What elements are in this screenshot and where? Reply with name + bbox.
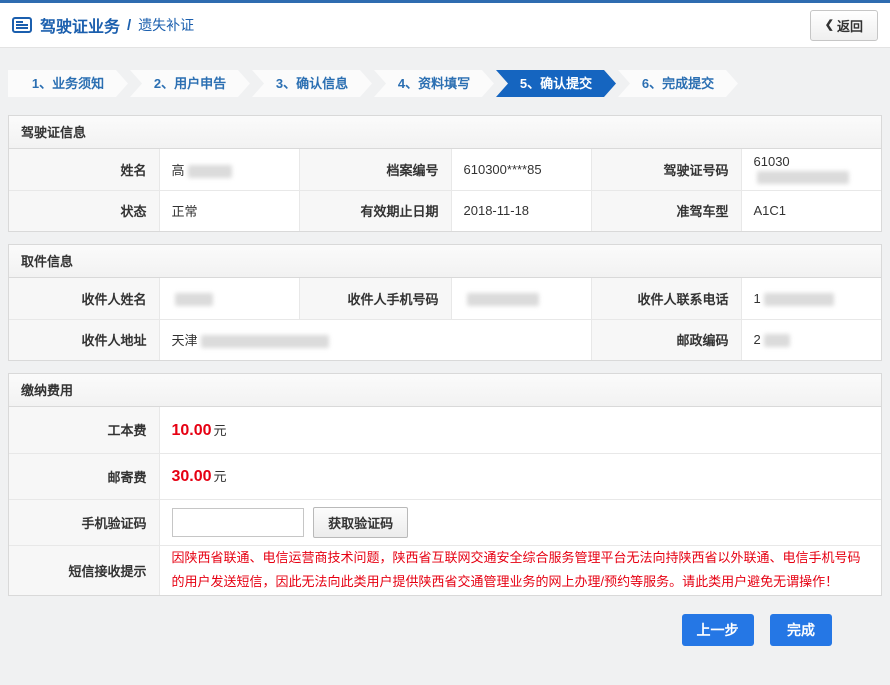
pickup-info-section: 取件信息 收件人姓名 收件人手机号码 收件人联系电话 1 收件人地址 天津 邮政… (8, 244, 882, 361)
table-row: 收件人姓名 收件人手机号码 收件人联系电话 1 (9, 278, 881, 319)
recipient-name-value (159, 278, 299, 319)
redacted-recipient-mobile (467, 293, 539, 306)
license-info-section: 驾驶证信息 姓名 高 档案编号 610300****85 驾驶证号码 61030… (8, 115, 882, 232)
finish-button[interactable]: 完成 (770, 614, 832, 646)
back-button[interactable]: ❮ 返回 (810, 10, 878, 41)
page-subtitle: 遗失补证 (138, 15, 194, 35)
production-fee-label: 工本费 (9, 407, 159, 453)
sms-notice-label: 短信接收提示 (9, 545, 159, 595)
postage-fee-unit: 元 (214, 469, 227, 484)
step-3-confirm-info: 3、确认信息 (252, 70, 372, 97)
page-header: 驾驶证业务 / 遗失补证 ❮ 返回 (0, 3, 890, 48)
table-row: 邮寄费 30.00元 (9, 453, 881, 499)
recipient-mobile-label: 收件人手机号码 (299, 278, 451, 319)
recipient-address-value-text: 天津 (172, 333, 198, 348)
redacted-recipient-name (175, 293, 213, 306)
title-divider: / (127, 17, 131, 34)
table-row: 工本费 10.00元 (9, 407, 881, 453)
redacted-recipient-phone (764, 293, 834, 306)
table-row: 短信接收提示 因陕西省联通、电信运营商技术问题，陕西省互联网交通安全综合服务管理… (9, 545, 881, 595)
recipient-phone-label: 收件人联系电话 (591, 278, 741, 319)
postage-fee-label: 邮寄费 (9, 453, 159, 499)
step-5-confirm-submit: 5、确认提交 (496, 70, 616, 97)
redacted-name (188, 165, 232, 178)
license-no-value: 61030 (741, 149, 881, 190)
back-button-label: 返回 (837, 16, 863, 35)
recipient-phone-value-text: 1 (754, 291, 761, 306)
license-no-label: 驾驶证号码 (591, 149, 741, 190)
step-4-fill-materials: 4、资料填写 (374, 70, 494, 97)
redacted-postal-code (764, 334, 790, 347)
pickup-section-title: 取件信息 (9, 245, 881, 278)
license-section-title: 驾驶证信息 (9, 116, 881, 149)
sms-code-field: 获取验证码 (159, 499, 881, 545)
vehicle-class-label: 准驾车型 (591, 190, 741, 231)
vehicle-class-value: A1C1 (741, 190, 881, 231)
name-label: 姓名 (9, 149, 159, 190)
license-no-value-text: 61030 (754, 154, 790, 169)
recipient-address-label: 收件人地址 (9, 319, 159, 360)
production-fee-value: 10.00元 (159, 407, 881, 453)
fees-section: 缴纳费用 工本费 10.00元 邮寄费 30.00元 手机验证码 获取验证码 短… (8, 373, 882, 596)
valid-until-value: 2018-11-18 (451, 190, 591, 231)
license-card-icon (12, 17, 32, 33)
step-6-complete-submit: 6、完成提交 (618, 70, 738, 97)
step-1-business-notice: 1、业务须知 (8, 70, 128, 97)
fees-table: 工本费 10.00元 邮寄费 30.00元 手机验证码 获取验证码 短信接收提示… (9, 407, 881, 595)
valid-until-label: 有效期止日期 (299, 190, 451, 231)
sms-code-input[interactable] (172, 508, 304, 537)
step-wizard: 1、业务须知 2、用户申告 3、确认信息 4、资料填写 5、确认提交 6、完成提… (8, 70, 882, 97)
recipient-name-label: 收件人姓名 (9, 278, 159, 319)
fees-section-title: 缴纳费用 (9, 374, 881, 407)
table-row: 手机验证码 获取验证码 (9, 499, 881, 545)
recipient-mobile-value (451, 278, 591, 319)
production-fee-amount: 10.00 (172, 422, 212, 439)
step-2-user-declaration: 2、用户申告 (130, 70, 250, 97)
license-info-table: 姓名 高 档案编号 610300****85 驾驶证号码 61030 状态 正常… (9, 149, 881, 231)
recipient-address-value: 天津 (159, 319, 591, 360)
production-fee-unit: 元 (214, 423, 227, 438)
redacted-license-no (757, 171, 849, 184)
table-row: 收件人地址 天津 邮政编码 2 (9, 319, 881, 360)
postal-code-value: 2 (741, 319, 881, 360)
recipient-phone-value: 1 (741, 278, 881, 319)
sms-notice-text: 因陕西省联通、电信运营商技术问题，陕西省互联网交通安全综合服务管理平台无法向持陕… (159, 545, 881, 595)
pickup-info-table: 收件人姓名 收件人手机号码 收件人联系电话 1 收件人地址 天津 邮政编码 2 (9, 278, 881, 360)
sms-code-label: 手机验证码 (9, 499, 159, 545)
chevron-left-icon: ❮ (825, 20, 834, 31)
name-value-text: 高 (172, 163, 185, 178)
file-no-value: 610300****85 (451, 149, 591, 190)
postage-fee-value: 30.00元 (159, 453, 881, 499)
file-no-label: 档案编号 (299, 149, 451, 190)
get-code-button[interactable]: 获取验证码 (313, 507, 408, 538)
redacted-recipient-address (201, 335, 329, 348)
postage-fee-amount: 30.00 (172, 468, 212, 485)
footer-actions: 上一步 完成 (8, 614, 882, 646)
previous-step-button[interactable]: 上一步 (682, 614, 754, 646)
table-row: 姓名 高 档案编号 610300****85 驾驶证号码 61030 (9, 149, 881, 190)
postal-code-label: 邮政编码 (591, 319, 741, 360)
postal-code-value-text: 2 (754, 332, 761, 347)
status-value: 正常 (159, 190, 299, 231)
table-row: 状态 正常 有效期止日期 2018-11-18 准驾车型 A1C1 (9, 190, 881, 231)
status-label: 状态 (9, 190, 159, 231)
page-title: 驾驶证业务 (40, 13, 120, 37)
name-value: 高 (159, 149, 299, 190)
